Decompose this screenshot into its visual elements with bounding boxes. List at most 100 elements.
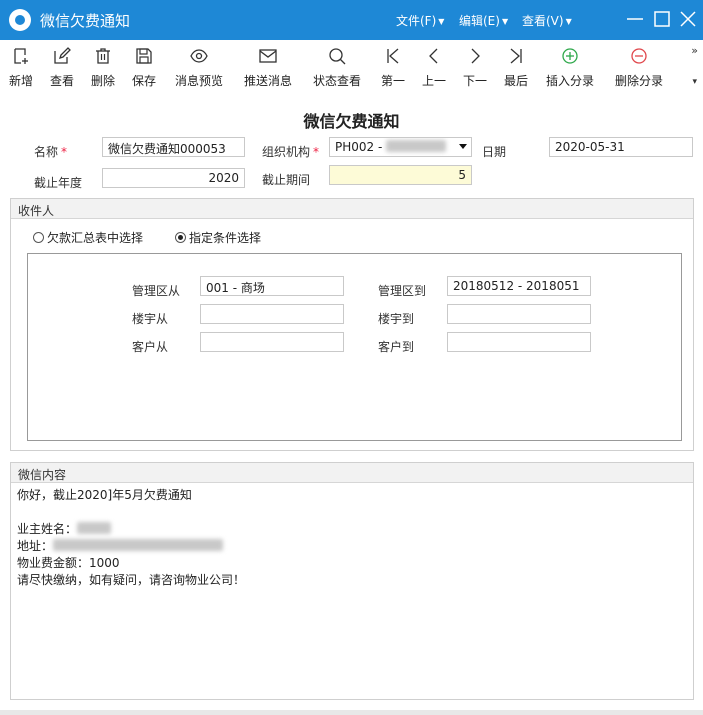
window-bottom-edge — [0, 710, 703, 715]
customer-from-field[interactable] — [200, 332, 344, 352]
eye-icon — [190, 49, 208, 63]
name-label: 名称 * — [34, 143, 67, 160]
edit-icon — [54, 47, 71, 64]
delete-button[interactable]: 删除 — [86, 44, 120, 90]
minus-circle-icon — [631, 48, 647, 64]
year-field[interactable]: 2020 — [102, 168, 245, 188]
app-logo-icon — [9, 9, 31, 31]
name-field[interactable]: 微信欠费通知000053 — [102, 137, 245, 157]
message-line-owner: 业主姓名： — [17, 521, 687, 538]
required-marker: * — [313, 145, 320, 159]
chevron-down-icon: ▼ — [501, 17, 509, 26]
push-message-button[interactable]: 推送消息 — [239, 44, 297, 90]
first-icon — [387, 48, 399, 64]
next-button[interactable]: 下一 — [458, 44, 492, 90]
toolbar-dropdown-icon[interactable]: ▾ — [692, 77, 697, 87]
prev-icon — [429, 48, 438, 64]
new-button[interactable]: 新增 — [4, 44, 38, 90]
search-icon — [329, 48, 346, 65]
first-button-label: 第一 — [380, 74, 405, 88]
save-button[interactable]: 保存 — [127, 44, 161, 90]
next-button-label: 下一 — [462, 74, 487, 88]
customer-to-field[interactable] — [447, 332, 591, 352]
menu-view-label: 查看(V) — [522, 14, 564, 28]
area-to-field[interactable]: 20180512 - 2018051 — [447, 276, 591, 296]
save-icon — [136, 48, 152, 64]
message-line: 请尽快缴纳，如有疑问，请咨询物业公司！ — [17, 573, 246, 587]
next-icon — [471, 48, 480, 64]
org-label: 组织机构 * — [262, 143, 319, 160]
redacted-text — [77, 522, 112, 534]
trash-icon — [96, 48, 110, 64]
chevron-down-icon — [459, 144, 467, 149]
window-title: 微信欠费通知 — [40, 12, 131, 30]
form-title: 微信欠费通知 — [303, 112, 400, 131]
building-to-label: 楼宇到 — [378, 312, 415, 326]
owner-label: 业主姓名： — [17, 522, 78, 536]
insert-entry-button[interactable]: 插入分录 — [541, 44, 599, 90]
last-button[interactable]: 最后 — [499, 44, 533, 90]
radio-condition-select[interactable]: 指定条件选择 — [175, 229, 261, 246]
insert-entry-label: 插入分录 — [545, 74, 594, 88]
menu-file[interactable]: 文件(F) ▼ — [396, 12, 444, 29]
message-preview-button[interactable]: 消息预览 — [170, 44, 228, 90]
last-icon — [510, 48, 522, 64]
minimize-button[interactable] — [624, 8, 646, 30]
maximize-icon — [654, 11, 670, 27]
view-button-label: 查看 — [49, 74, 74, 88]
view-button[interactable]: 查看 — [45, 44, 79, 90]
first-button[interactable]: 第一 — [376, 44, 410, 90]
chevron-down-icon: ▼ — [438, 17, 445, 26]
message-preview-label: 消息预览 — [174, 74, 223, 88]
delete-button-label: 删除 — [90, 74, 115, 88]
menu-view[interactable]: 查看(V) ▼ — [522, 12, 572, 29]
address-label: 地址： — [17, 539, 54, 553]
status-view-label: 状态查看 — [312, 74, 361, 88]
new-icon — [14, 48, 28, 64]
prev-button[interactable]: 上一 — [417, 44, 451, 90]
message-section: 微信内容 你好，截止2020]年5月欠费通知 业主姓名： 地址： 物业费金额：1… — [10, 462, 694, 700]
toolbar-overflow-button[interactable]: » — [691, 44, 698, 57]
save-button-label: 保存 — [131, 74, 156, 88]
building-to-field[interactable] — [447, 304, 591, 324]
message-line — [17, 504, 687, 521]
period-field[interactable]: 5 — [329, 165, 472, 185]
date-field[interactable]: 2020-05-31 — [549, 137, 693, 157]
radio-off-icon — [33, 232, 44, 243]
radio-summary-label: 欠款汇总表中选择 — [47, 231, 144, 245]
radio-on-icon — [175, 232, 186, 243]
recipients-header: 收件人 — [11, 199, 693, 219]
customer-from-label: 客户从 — [132, 340, 169, 354]
redacted-text — [53, 539, 224, 551]
radio-summary-select[interactable]: 欠款汇总表中选择 — [33, 229, 143, 246]
title-bar: 微信欠费通知 文件(F) ▼ 编辑(E) ▼ 查看(V) ▼ — [0, 0, 703, 40]
message-line-address: 地址： — [17, 538, 687, 555]
plus-circle-icon — [562, 48, 578, 64]
delete-entry-button[interactable]: 删除分录 — [610, 44, 668, 90]
building-from-label: 楼宇从 — [132, 312, 169, 326]
org-select[interactable]: PH002 - — [329, 137, 472, 157]
menu-edit-label: 编辑(E) — [459, 14, 500, 28]
area-from-label: 管理区从 — [132, 284, 181, 298]
maximize-button[interactable] — [651, 8, 673, 30]
toolbar: 新增 查看 删除 保存 消息预览 推送消息 状态查看 第一 上一 下一 最后 插… — [0, 40, 703, 94]
message-line: 物业费金额：1000 — [17, 556, 120, 570]
recipients-section: 收件人 欠款汇总表中选择 指定条件选择 管理区从 001 - 商场 管理区到 2… — [10, 198, 694, 451]
required-marker: * — [61, 145, 68, 159]
org-label-text: 组织机构 — [262, 145, 311, 159]
redacted-text — [386, 140, 447, 152]
period-label: 截止期间 — [262, 173, 311, 187]
status-view-button[interactable]: 状态查看 — [308, 44, 366, 90]
area-from-field[interactable]: 001 - 商场 — [200, 276, 344, 296]
close-button[interactable] — [677, 8, 699, 30]
last-button-label: 最后 — [503, 74, 528, 88]
prev-button-label: 上一 — [421, 74, 446, 88]
building-from-field[interactable] — [200, 304, 344, 324]
org-select-value: PH002 - — [335, 140, 387, 154]
menu-edit[interactable]: 编辑(E) ▼ — [459, 12, 508, 29]
minimize-icon — [627, 18, 643, 20]
push-message-label: 推送消息 — [243, 74, 292, 88]
new-button-label: 新增 — [8, 74, 33, 88]
message-textarea[interactable]: 你好，截止2020]年5月欠费通知 业主姓名： 地址： 物业费金额：1000 请… — [11, 483, 693, 699]
mail-icon — [259, 49, 277, 63]
